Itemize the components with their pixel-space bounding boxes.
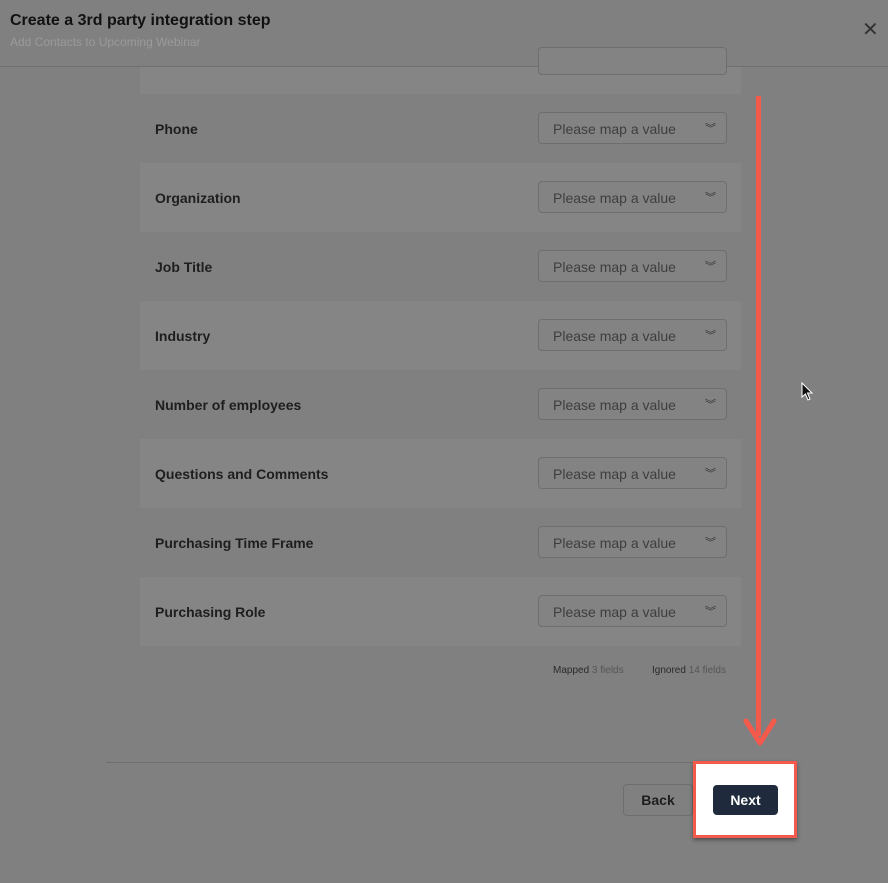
field-label: Purchasing Time Frame [155, 535, 314, 551]
field-row: Phone Please map a value ︾ [140, 94, 741, 163]
modal-subtitle: Add Contacts to Upcoming Webinar [10, 35, 201, 49]
select-placeholder: Please map a value [553, 604, 676, 620]
field-row: Questions and Comments Please map a valu… [140, 439, 741, 508]
select-placeholder: Please map a value [553, 328, 676, 344]
field-row: Industry Please map a value ︾ [140, 301, 741, 370]
field-select[interactable]: Please map a value ︾ [538, 112, 727, 144]
ignored-label: Ignored [652, 665, 686, 676]
modal-title: Create a 3rd party integration step [10, 12, 271, 29]
chevron-down-icon: ︾ [705, 468, 716, 480]
field-select[interactable]: Please map a value ︾ [538, 457, 727, 489]
highlight-box: Next [693, 761, 797, 838]
field-row: Purchasing Time Frame Please map a value… [140, 508, 741, 577]
select-placeholder: Please map a value [553, 259, 676, 275]
modal-header: Create a 3rd party integration step Add … [0, 0, 888, 67]
close-icon[interactable]: ✕ [862, 20, 879, 40]
field-select[interactable]: Please map a value ︾ [538, 319, 727, 351]
field-select-partial[interactable] [538, 47, 727, 75]
field-row: Number of employees Please map a value ︾ [140, 370, 741, 439]
field-select[interactable]: Please map a value ︾ [538, 388, 727, 420]
chevron-down-icon: ︾ [705, 399, 716, 411]
mapped-label: Mapped [553, 665, 590, 676]
field-label: Organization [155, 190, 241, 206]
field-label: Job Title [155, 259, 213, 275]
field-label: Number of employees [155, 397, 302, 413]
mapped-value: 3 fields [591, 665, 624, 676]
chevron-down-icon: ︾ [705, 606, 716, 618]
select-placeholder: Please map a value [553, 190, 676, 206]
field-select[interactable]: Please map a value ︾ [538, 181, 727, 213]
annotation-arrow [756, 96, 761, 736]
chevron-down-icon: ︾ [705, 192, 716, 204]
field-row: Job Title Please map a value ︾ [140, 232, 741, 301]
field-select[interactable]: Please map a value ︾ [538, 595, 727, 627]
chevron-down-icon: ︾ [705, 330, 716, 342]
ignored-value: 14 fields [688, 665, 726, 676]
select-placeholder: Please map a value [553, 397, 676, 413]
ignored-summary: Ignored 14 fields [652, 665, 726, 676]
footer-divider [106, 762, 696, 763]
mapped-summary: Mapped 3 fields [553, 665, 624, 676]
back-button[interactable]: Back [623, 784, 693, 816]
chevron-down-icon: ︾ [705, 123, 716, 135]
mouse-cursor-icon [801, 382, 814, 401]
chevron-down-icon: ︾ [705, 261, 716, 273]
field-select[interactable]: Please map a value ︾ [538, 526, 727, 558]
next-button[interactable]: Next [713, 785, 778, 815]
select-placeholder: Please map a value [553, 121, 676, 137]
select-placeholder: Please map a value [553, 535, 676, 551]
chevron-down-icon: ︾ [705, 537, 716, 549]
field-label: Purchasing Role [155, 604, 266, 620]
field-label: Industry [155, 328, 211, 344]
field-row: Organization Please map a value ︾ [140, 163, 741, 232]
field-row: Purchasing Role Please map a value ︾ [140, 577, 741, 646]
field-row-partial [140, 47, 741, 94]
field-label: Phone [155, 121, 198, 137]
select-placeholder: Please map a value [553, 466, 676, 482]
arrow-head-icon [743, 718, 777, 746]
field-select[interactable]: Please map a value ︾ [538, 250, 727, 282]
field-label: Questions and Comments [155, 466, 329, 482]
